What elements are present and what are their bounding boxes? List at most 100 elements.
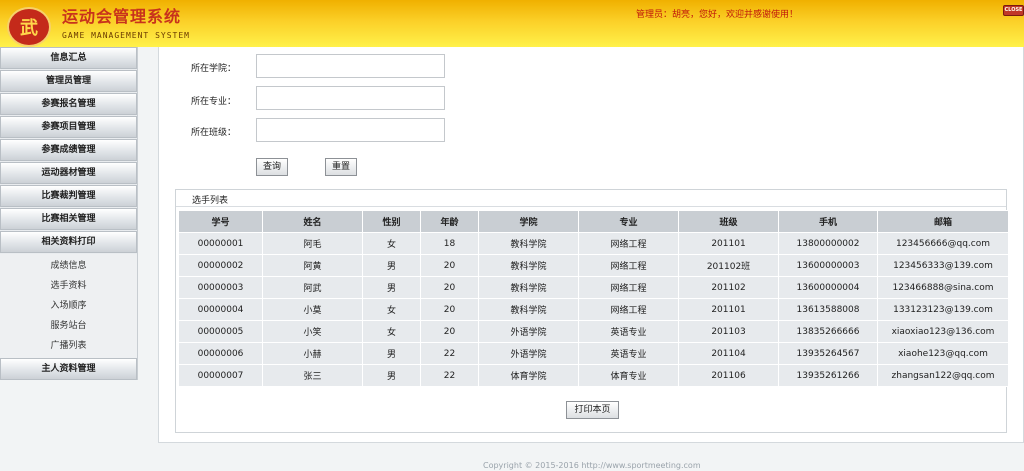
cell-gender: 男 bbox=[362, 364, 421, 387]
column-header-student-id: 学号 bbox=[178, 210, 263, 233]
athlete-list-panel: 选手列表 学号 姓名 性别 年龄 学院 专业 班级 手机 邮箱 00000001… bbox=[175, 189, 1009, 433]
cell-class: 201106 bbox=[678, 364, 779, 387]
class-label: 所在班级： bbox=[191, 128, 237, 138]
cell-class: 201101 bbox=[678, 298, 779, 321]
cell-name: 小笑 bbox=[262, 320, 363, 343]
column-header-major: 专业 bbox=[578, 210, 679, 233]
school-logo-icon: 武 bbox=[7, 7, 51, 47]
column-header-phone: 手机 bbox=[778, 210, 878, 233]
logo-glyph: 武 bbox=[20, 18, 38, 39]
cell-phone: 13935261266 bbox=[778, 364, 878, 387]
sidebar-item-equipment-management[interactable]: 运动器材管理 bbox=[0, 162, 137, 184]
cell-phone: 13835266666 bbox=[778, 320, 878, 343]
close-button[interactable]: CLOSE bbox=[1003, 5, 1024, 16]
cell-age: 22 bbox=[420, 364, 479, 387]
cell-name: 小莫 bbox=[262, 298, 363, 321]
cell-phone: 13613588008 bbox=[778, 298, 878, 321]
cell-student-id: 00000002 bbox=[178, 254, 263, 277]
sidebar-item-match-related[interactable]: 比赛相关管理 bbox=[0, 208, 137, 230]
cell-student-id: 00000001 bbox=[178, 232, 263, 255]
cell-name: 阿黄 bbox=[262, 254, 363, 277]
cell-major: 网络工程 bbox=[578, 232, 679, 255]
sidebar-item-admin-management[interactable]: 管理员管理 bbox=[0, 70, 137, 92]
cell-student-id: 00000006 bbox=[178, 342, 263, 365]
college-label: 所在学院： bbox=[191, 64, 237, 74]
cell-email: 123466888@sina.com bbox=[877, 276, 1009, 299]
cell-student-id: 00000004 bbox=[178, 298, 263, 321]
sidebar-subitem-scores[interactable]: 成绩信息 bbox=[0, 256, 137, 276]
sidebar-subitem-athletes[interactable]: 选手资料 bbox=[0, 276, 137, 296]
table-header-row: 学号 姓名 性别 年龄 学院 专业 班级 手机 邮箱 bbox=[178, 210, 1009, 233]
sidebar-subitem-service-stations[interactable]: 服务站台 bbox=[0, 316, 137, 336]
cell-college: 教科学院 bbox=[478, 254, 579, 277]
major-input[interactable] bbox=[256, 86, 445, 110]
cell-age: 20 bbox=[420, 320, 479, 343]
sidebar-menu: 信息汇总 管理员管理 参赛报名管理 参赛项目管理 参赛成绩管理 运动器材管理 比… bbox=[0, 47, 138, 380]
panel-title: 选手列表 bbox=[192, 196, 229, 206]
cell-major: 英语专业 bbox=[578, 342, 679, 365]
search-button[interactable]: 查询 bbox=[256, 158, 288, 176]
sidebar-filler bbox=[0, 380, 139, 471]
table-row: 00000005 小笑 女 20 外语学院 英语专业 201103 138352… bbox=[178, 320, 1009, 343]
cell-class: 201104 bbox=[678, 342, 779, 365]
cell-age: 20 bbox=[420, 298, 479, 321]
cell-major: 英语专业 bbox=[578, 320, 679, 343]
cell-gender: 男 bbox=[362, 342, 421, 365]
sidebar-subitem-entry-order[interactable]: 入场顺序 bbox=[0, 296, 137, 316]
cell-email: 123456333@139.com bbox=[877, 254, 1009, 277]
table-row: 00000004 小莫 女 20 教科学院 网络工程 201101 136135… bbox=[178, 298, 1009, 321]
cell-age: 20 bbox=[420, 276, 479, 299]
cell-name: 阿武 bbox=[262, 276, 363, 299]
column-header-age: 年龄 bbox=[420, 210, 479, 233]
cell-major: 体育专业 bbox=[578, 364, 679, 387]
sidebar-item-profile-management[interactable]: 主人资料管理 bbox=[0, 358, 137, 380]
cell-name: 阿毛 bbox=[262, 232, 363, 255]
class-input[interactable] bbox=[256, 118, 445, 142]
cell-phone: 13935264567 bbox=[778, 342, 878, 365]
print-page-button[interactable]: 打印本页 bbox=[566, 401, 619, 419]
cell-gender: 女 bbox=[362, 298, 421, 321]
cell-age: 18 bbox=[420, 232, 479, 255]
cell-email: xiaoxiao123@136.com bbox=[877, 320, 1009, 343]
cell-gender: 男 bbox=[362, 276, 421, 299]
sidebar-item-event-management[interactable]: 参赛项目管理 bbox=[0, 116, 137, 138]
cell-gender: 女 bbox=[362, 320, 421, 343]
table-row: 00000001 阿毛 女 18 教科学院 网络工程 201101 138000… bbox=[178, 232, 1009, 255]
column-header-name: 姓名 bbox=[262, 210, 363, 233]
app-subtitle: GAME MANAGEMENT SYSTEM bbox=[62, 31, 190, 40]
cell-major: 网络工程 bbox=[578, 298, 679, 321]
footer-copyright: Copyright © 2015-2016 http://www.sportme… bbox=[483, 461, 701, 470]
table-row: 00000002 阿黄 男 20 教科学院 网络工程 201102班 13600… bbox=[178, 254, 1009, 277]
main-content: 所在学院： 所在专业： 所在班级： 查询 重置 选手列表 学号 姓名 性别 年龄… bbox=[158, 47, 1024, 443]
cell-college: 教科学院 bbox=[478, 276, 579, 299]
panel-divider bbox=[176, 206, 1006, 207]
sidebar-item-info-summary[interactable]: 信息汇总 bbox=[0, 47, 137, 69]
cell-college: 外语学院 bbox=[478, 320, 579, 343]
cell-class: 201102 bbox=[678, 276, 779, 299]
athlete-table: 学号 姓名 性别 年龄 学院 专业 班级 手机 邮箱 00000001 阿毛 女… bbox=[178, 210, 1009, 387]
cell-college: 教科学院 bbox=[478, 232, 579, 255]
table-row: 00000007 张三 男 22 体育学院 体育专业 201106 139352… bbox=[178, 364, 1009, 387]
column-header-gender: 性别 bbox=[362, 210, 421, 233]
college-input[interactable] bbox=[256, 54, 445, 78]
sidebar-item-referee-management[interactable]: 比赛裁判管理 bbox=[0, 185, 137, 207]
column-header-email: 邮箱 bbox=[877, 210, 1009, 233]
cell-gender: 女 bbox=[362, 232, 421, 255]
cell-email: 123456666@qq.com bbox=[877, 232, 1009, 255]
cell-email: zhangsan122@qq.com bbox=[877, 364, 1009, 387]
column-header-class: 班级 bbox=[678, 210, 779, 233]
app-title: 运动会管理系统 bbox=[62, 7, 182, 26]
cell-email: 133123123@139.com bbox=[877, 298, 1009, 321]
cell-college: 体育学院 bbox=[478, 364, 579, 387]
sidebar-subitem-broadcast-list[interactable]: 广播列表 bbox=[0, 336, 137, 356]
cell-phone: 13600000003 bbox=[778, 254, 878, 277]
column-header-college: 学院 bbox=[478, 210, 579, 233]
reset-button[interactable]: 重置 bbox=[325, 158, 357, 176]
cell-phone: 13600000004 bbox=[778, 276, 878, 299]
cell-class: 201102班 bbox=[678, 254, 779, 277]
cell-class: 201101 bbox=[678, 232, 779, 255]
sidebar-item-score-management[interactable]: 参赛成绩管理 bbox=[0, 139, 137, 161]
sidebar-item-print-materials[interactable]: 相关资料打印 bbox=[0, 231, 137, 253]
cell-college: 教科学院 bbox=[478, 298, 579, 321]
sidebar-item-registration-management[interactable]: 参赛报名管理 bbox=[0, 93, 137, 115]
